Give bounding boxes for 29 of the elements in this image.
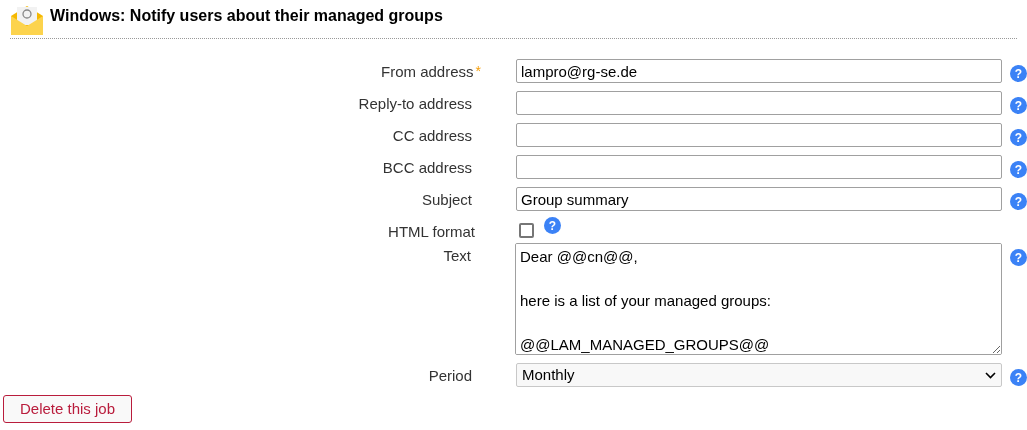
field-label: BCC address (382, 158, 472, 178)
envelope-icon (10, 4, 44, 36)
chevron-down-icon (985, 371, 996, 379)
text-field[interactable] (516, 91, 1002, 115)
text-field[interactable] (516, 155, 1002, 179)
delete-button[interactable]: Delete this job (3, 395, 133, 423)
period-select[interactable]: Monthly (516, 363, 1002, 387)
help-icon[interactable]: ? (1010, 249, 1027, 266)
field-label: Subject (421, 190, 472, 210)
help-icon[interactable]: ? (1010, 129, 1027, 146)
text-field[interactable] (516, 123, 1002, 147)
field-label: Reply-to address (358, 94, 472, 114)
help-icon[interactable]: ? (1010, 161, 1027, 178)
help-icon[interactable]: ? (544, 217, 561, 234)
page-title: Windows: Notify users about their managed groups (50, 6, 443, 26)
field-label: CC address (392, 126, 472, 146)
required-mark: * (475, 62, 481, 81)
text-field[interactable]: Group summary (516, 187, 1002, 211)
checkbox[interactable] (519, 223, 534, 238)
field-label: From address (381, 62, 474, 82)
text-area[interactable]: Dear @@cn@@, here is a list of your managed groups: @@LAM_MANAGED_GROUPS@@ (515, 243, 1002, 355)
help-icon[interactable]: ? (1010, 369, 1027, 386)
help-icon[interactable]: ? (1010, 65, 1027, 82)
text-field[interactable]: lampro@rg-se.de (516, 59, 1002, 83)
help-icon[interactable]: ? (1010, 97, 1027, 114)
field-label: Text (443, 246, 471, 266)
help-icon[interactable]: ? (1010, 193, 1027, 210)
field-label: HTML format (388, 222, 475, 242)
field-label: Period (428, 366, 472, 386)
